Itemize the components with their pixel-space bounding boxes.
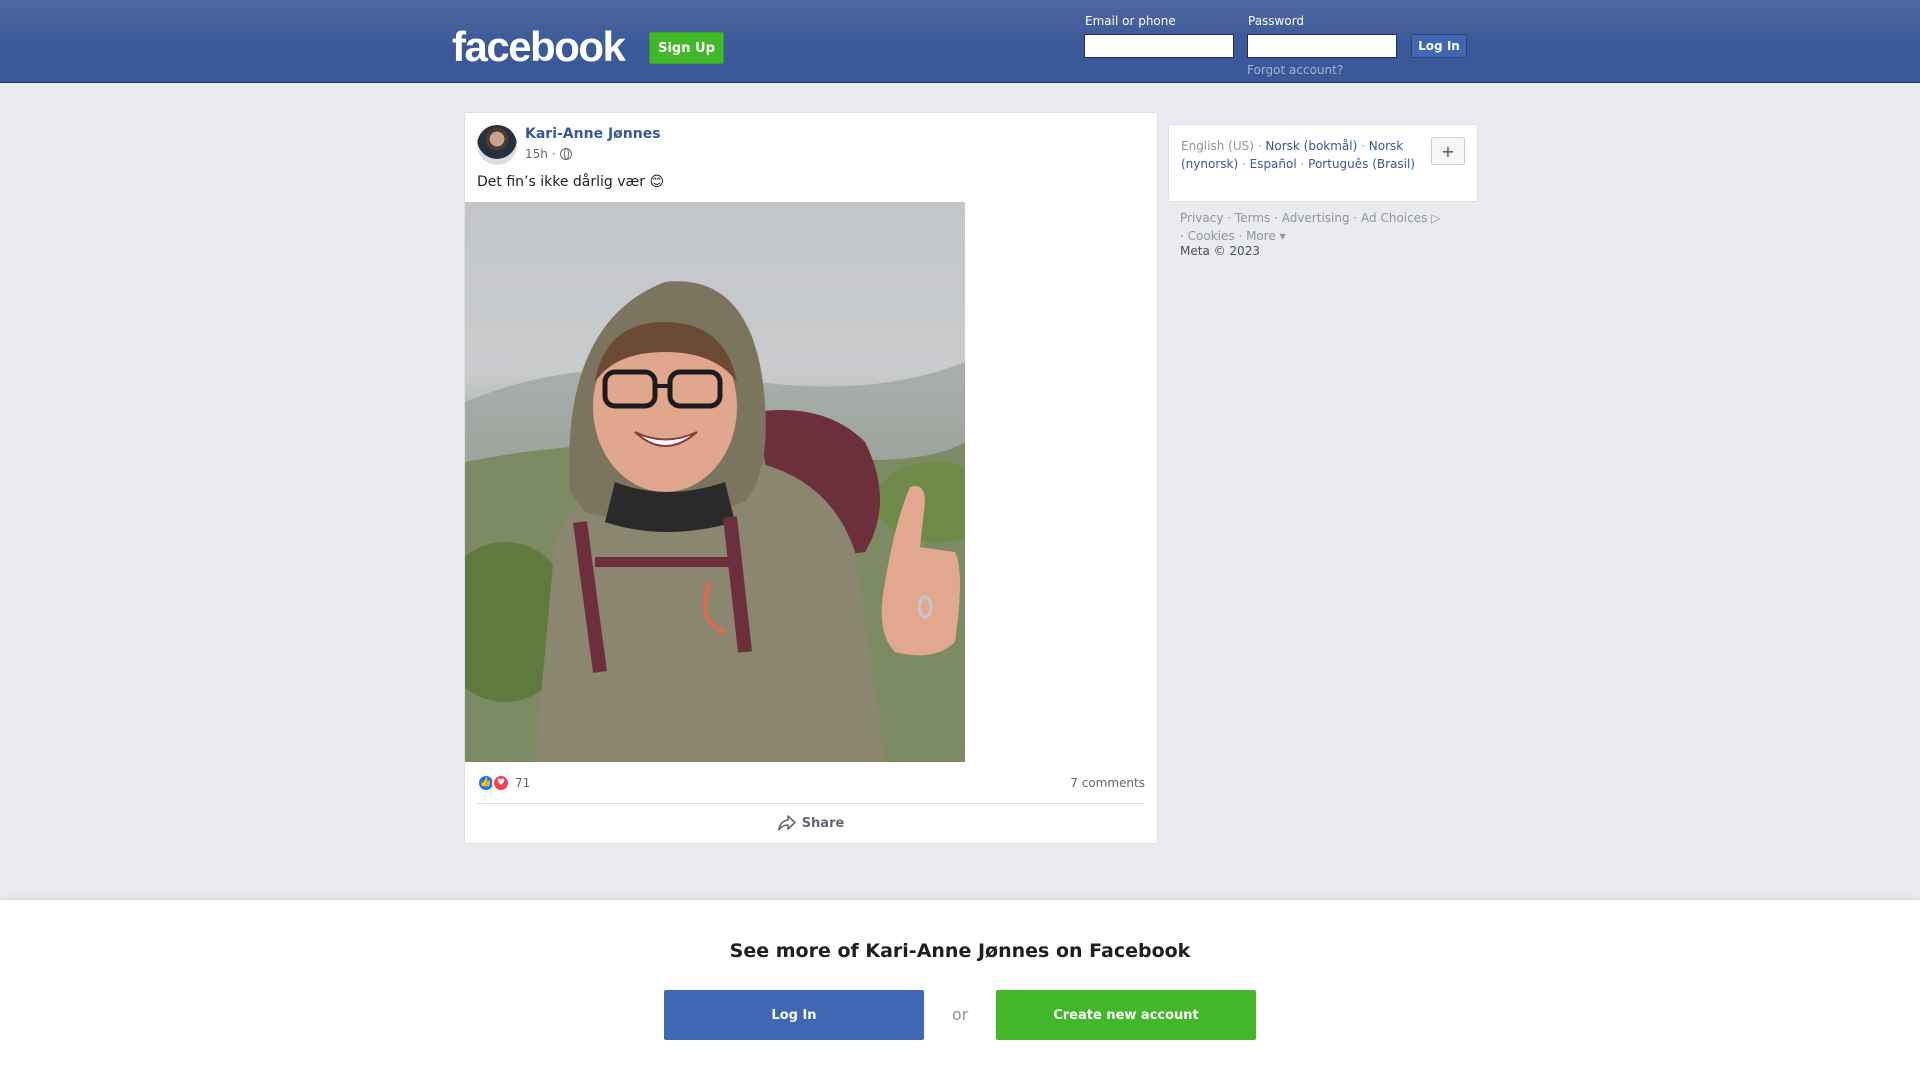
footer-link-more[interactable]: More [1246,229,1276,243]
top-bar: facebook Sign Up Email or phone Password… [0,0,1920,83]
more-languages-button[interactable]: + [1431,137,1465,165]
login-prompt-banner: See more of Kari-Anne Jønnes on Facebook… [0,900,1920,1080]
password-label: Password [1248,14,1305,28]
create-account-button[interactable]: Create new account [996,990,1256,1040]
comments-count[interactable]: 7 comments [1070,776,1145,790]
reactions-summary[interactable]: 👍 ♥ 71 [477,774,530,792]
post-meta: 15h · [525,147,572,161]
share-button[interactable]: Share [465,807,1157,839]
post-photo[interactable] [465,202,965,762]
footer-link-cookies[interactable]: Cookies [1188,229,1235,243]
banner-title: See more of Kari-Anne Jønnes on Facebook [729,940,1191,962]
copyright: Meta © 2023 [1180,244,1260,258]
language-link-norsk-bokmal[interactable]: Norsk (bokmål) [1265,139,1357,153]
forgot-account-link[interactable]: Forgot account? [1247,63,1343,77]
post-time[interactable]: 15h [525,147,548,161]
footer-links: Privacy · Terms · Advertising · Ad Choic… [1180,211,1441,243]
language-link-portugues[interactable]: Português (Brasil) [1308,157,1415,171]
ad-choices-icon: ▷ [1431,211,1441,225]
footer-link-ad-choices[interactable]: Ad Choices [1361,211,1427,225]
meta-separator: · [551,147,556,161]
email-field[interactable] [1084,34,1234,58]
email-label: Email or phone [1085,14,1176,28]
language-link-espanol[interactable]: Español [1250,157,1297,171]
footer-link-privacy[interactable]: Privacy [1180,211,1223,225]
log-in-button[interactable]: Log In [1411,34,1467,58]
language-list: English (US) · Norsk (bokmål) · Norsk (n… [1181,139,1416,171]
reaction-count: 71 [515,776,531,790]
caret-down-icon: ▾ [1279,229,1286,243]
author-name[interactable]: Kari-Anne Jønnes [525,126,661,142]
footer-link-advertising[interactable]: Advertising [1282,211,1350,225]
post-card: Kari-Anne Jønnes 15h · Det fin’s ikke då… [464,112,1158,844]
banner-log-in-button[interactable]: Log In [664,990,924,1040]
share-label: Share [801,815,845,831]
sign-up-button[interactable]: Sign Up [649,32,724,64]
share-icon [777,815,796,831]
love-reaction-icon: ♥ [492,774,510,792]
globe-icon [559,148,572,160]
facebook-logo[interactable]: facebook [452,24,626,70]
photo-illustration [465,281,965,762]
current-language: English (US) [1181,139,1254,153]
password-field[interactable] [1247,34,1397,58]
author-avatar[interactable] [477,125,517,165]
post-text: Det fin’s ikke dårlig vær 😊 [477,174,665,190]
banner-or-text: or [951,1005,969,1024]
action-divider [477,803,1145,804]
language-selector: English (US) · Norsk (bokmål) · Norsk (n… [1168,124,1478,202]
footer-link-terms[interactable]: Terms [1235,211,1270,225]
